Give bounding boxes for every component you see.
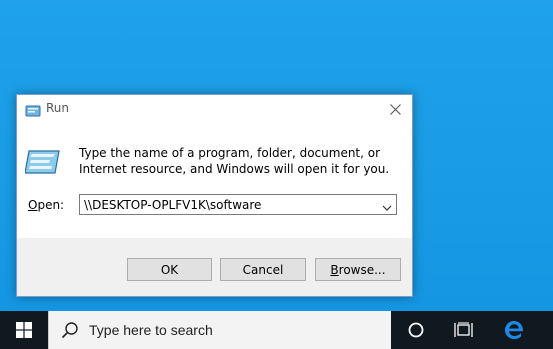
edge-button[interactable] xyxy=(490,311,538,349)
open-combobox[interactable]: \\DESKTOP-OPLFV1K\software xyxy=(79,194,397,215)
task-view-icon xyxy=(454,322,473,337)
taskbar-search-box[interactable]: Type here to search xyxy=(48,311,391,349)
search-placeholder: Type here to search xyxy=(89,322,213,338)
dialog-description: Type the name of a program, folder, docu… xyxy=(79,146,390,176)
taskbar: Type here to search xyxy=(0,311,553,349)
run-dialog: Run Type the name of a program, folder, … xyxy=(16,94,413,297)
start-button[interactable] xyxy=(0,311,48,349)
chevron-down-icon[interactable] xyxy=(381,199,393,211)
edge-icon xyxy=(505,321,524,339)
title-bar[interactable]: Run xyxy=(17,95,412,123)
browse-accesskey: B xyxy=(330,262,339,277)
close-button[interactable] xyxy=(378,95,412,123)
open-input-value[interactable]: \\DESKTOP-OPLFV1K\software xyxy=(84,198,261,212)
browse-label-rest: rowse... xyxy=(338,262,386,277)
task-view-button[interactable] xyxy=(440,311,488,349)
run-icon xyxy=(25,102,41,117)
dialog-title: Run xyxy=(46,101,70,115)
windows-logo-icon xyxy=(16,322,32,338)
open-label: Open: xyxy=(28,198,64,212)
cancel-button[interactable]: Cancel xyxy=(220,258,306,281)
search-icon xyxy=(61,321,79,339)
open-label-rest: pen: xyxy=(37,198,65,212)
browse-button[interactable]: Browse... xyxy=(315,258,401,281)
cortana-button[interactable] xyxy=(392,311,440,349)
cortana-circle-icon xyxy=(408,322,424,338)
close-icon xyxy=(389,103,401,115)
run-program-icon xyxy=(24,147,61,177)
dialog-content: Type the name of a program, folder, docu… xyxy=(17,123,412,238)
ok-button[interactable]: OK xyxy=(127,258,212,281)
